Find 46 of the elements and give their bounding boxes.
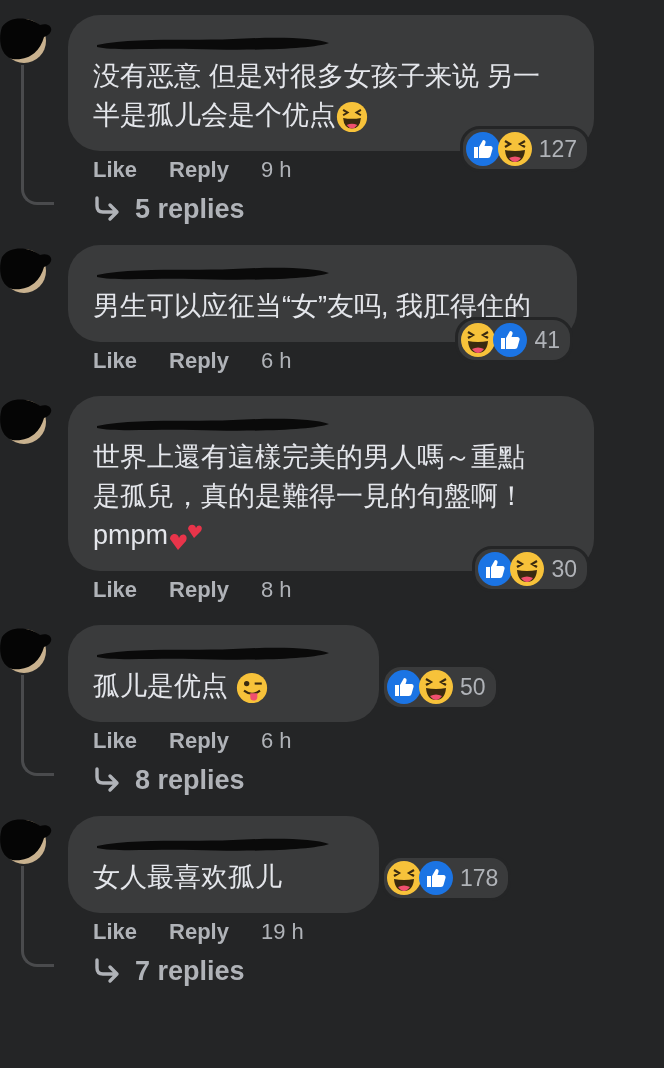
reply-link[interactable]: Reply <box>169 577 229 603</box>
reaction-summary[interactable]: 50 <box>381 664 499 710</box>
reaction-count: 30 <box>551 555 577 583</box>
reply-arrow-icon <box>93 767 121 793</box>
reaction-count: 178 <box>460 864 499 892</box>
laughing-face-icon <box>509 551 546 587</box>
timestamp: 19 h <box>260 919 304 945</box>
reply-arrow-icon <box>93 958 121 984</box>
timestamp: 6 h <box>260 348 292 374</box>
replies-label: 5 replies <box>135 193 245 225</box>
timestamp: 6 h <box>260 728 292 754</box>
laughing-face-icon <box>496 131 533 167</box>
like-icon <box>477 551 514 587</box>
laughing-face-icon <box>460 322 497 358</box>
like-icon <box>464 131 501 167</box>
timestamp: 8 h <box>260 577 292 603</box>
reaction-summary[interactable]: 30 <box>472 546 590 592</box>
like-icon <box>492 322 529 358</box>
grinning-squint-face-icon <box>336 100 368 133</box>
reply-link[interactable]: Reply <box>169 348 229 374</box>
like-link[interactable]: Like <box>93 728 138 754</box>
comment-text: 女人最喜欢孤儿 <box>93 861 283 894</box>
like-link[interactable]: Like <box>93 348 138 374</box>
like-icon <box>418 860 454 896</box>
reaction-count: 50 <box>460 673 486 701</box>
replies-label: 7 replies <box>135 955 245 987</box>
view-replies-link[interactable]: 8 replies <box>93 762 379 798</box>
reply-link[interactable]: Reply <box>169 919 229 945</box>
like-link[interactable]: Like <box>93 577 138 603</box>
laughing-face-icon <box>418 669 454 705</box>
view-replies-link[interactable]: 5 replies <box>93 191 594 227</box>
like-link[interactable]: Like <box>93 919 138 945</box>
replies-label: 8 replies <box>135 764 245 796</box>
view-replies-link[interactable]: 7 replies <box>93 953 379 989</box>
reaction-count: 127 <box>538 135 577 163</box>
reaction-count: 41 <box>534 326 560 354</box>
reply-link[interactable]: Reply <box>169 728 229 754</box>
like-icon <box>386 669 422 705</box>
like-link[interactable]: Like <box>93 157 138 183</box>
reaction-summary[interactable]: 127 <box>459 126 590 172</box>
reply-arrow-icon <box>93 196 121 222</box>
timestamp: 9 h <box>260 157 292 183</box>
comment-text: 孤儿是优点 <box>93 667 333 706</box>
laughing-face-icon <box>386 860 422 896</box>
winking-tongue-face-icon <box>236 671 268 704</box>
reply-link[interactable]: Reply <box>169 157 229 183</box>
